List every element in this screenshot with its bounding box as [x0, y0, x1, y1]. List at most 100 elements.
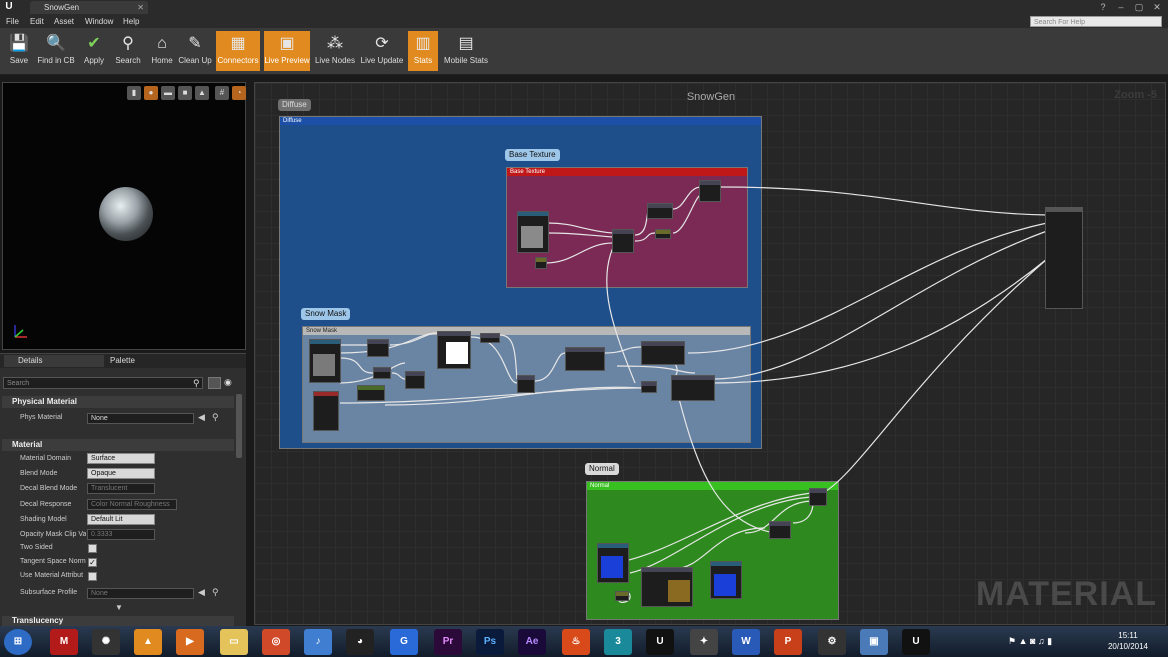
menu-help[interactable]: Help [123, 15, 139, 28]
scalar-node[interactable] [535, 257, 547, 269]
menu-window[interactable]: Window [85, 15, 113, 28]
snow-math-node[interactable] [517, 375, 535, 393]
after-effects-icon[interactable]: Ae [518, 629, 546, 655]
premiere-icon[interactable]: Pr [434, 629, 462, 655]
live-preview-button[interactable]: ▣ Live Preview [264, 31, 310, 71]
vertex-normal-node[interactable] [313, 391, 339, 431]
two-sided-checkbox[interactable] [88, 544, 97, 553]
file-explorer-icon[interactable]: ▭ [220, 629, 248, 655]
itunes-icon[interactable]: ♪ [304, 629, 332, 655]
close-icon[interactable]: ✕ [137, 1, 144, 14]
photoshop-icon[interactable]: Ps [476, 629, 504, 655]
grid-toggle-icon[interactable]: # [215, 86, 229, 100]
snow-blend-node[interactable] [671, 375, 715, 401]
app-icon[interactable]: ✺ [92, 629, 120, 655]
blend-mode-dropdown[interactable]: Opaque [87, 468, 155, 479]
snow-math-node[interactable] [641, 381, 657, 393]
max-icon[interactable]: 3 [604, 629, 632, 655]
mcafee-icon[interactable]: M [50, 629, 78, 655]
app-icon[interactable]: ✦ [690, 629, 718, 655]
connectors-button[interactable]: ▦ Connectors [216, 31, 260, 71]
clean-up-button[interactable]: ✎ Clean Up [178, 31, 212, 71]
tray-icons[interactable]: ⚑ ▲ ◙ ♫ ▮ [1008, 636, 1052, 647]
texture-sample-node[interactable] [517, 211, 549, 253]
word-icon[interactable]: W [732, 629, 760, 655]
search-help-input[interactable]: Search For Help [1030, 16, 1162, 27]
app-icon[interactable]: G [390, 629, 418, 655]
snow-param-node[interactable] [357, 385, 385, 401]
document-tab[interactable]: SnowGen ✕ [30, 1, 148, 14]
stats-button[interactable]: ▥ Stats [408, 31, 438, 71]
normal-texture-node[interactable] [597, 543, 629, 583]
snow-math-node[interactable] [373, 367, 391, 379]
subsurface-profile-dropdown[interactable]: None [87, 588, 194, 599]
menu-edit[interactable]: Edit [30, 15, 44, 28]
unreal-editor-icon[interactable]: U [902, 629, 930, 655]
normal-blend-node[interactable] [769, 521, 791, 539]
eye-icon[interactable]: ◉ [224, 377, 232, 388]
media-player-icon[interactable]: ▶ [176, 629, 204, 655]
snow-texture-node[interactable] [309, 339, 341, 383]
snow-math-node[interactable] [480, 333, 500, 343]
tab-palette[interactable]: Palette [96, 355, 196, 367]
maximize-icon[interactable]: ▢ [1130, 1, 1148, 13]
snow-math-node[interactable] [405, 371, 425, 389]
power-node[interactable] [647, 203, 673, 219]
snow-math-node[interactable] [367, 339, 389, 357]
arrow-left-icon[interactable]: ◀ [198, 587, 205, 598]
lerp-node[interactable] [699, 180, 721, 202]
normal-lerp-node[interactable] [809, 488, 827, 506]
browse-icon[interactable]: ⚲ [212, 412, 219, 423]
plane-preview-icon[interactable]: ▬ [161, 86, 175, 100]
snow-blend-node[interactable] [565, 347, 605, 371]
mesh-preview-icon[interactable]: ▲ [195, 86, 209, 100]
start-button-icon[interactable]: ⊞ [4, 629, 32, 655]
opacity-mask-clip-input[interactable]: 0.3333 [87, 529, 155, 540]
live-update-button[interactable]: ⟳ Live Update [360, 31, 404, 71]
save-button[interactable]: 💾 Save [6, 31, 32, 71]
live-nodes-button[interactable]: ⁂ Live Nodes [314, 31, 356, 71]
cylinder-preview-icon[interactable]: ▮ [127, 86, 141, 100]
cube-preview-icon[interactable]: ■ [178, 86, 192, 100]
details-search-input[interactable]: Search [3, 377, 203, 389]
category-material[interactable]: Material [2, 439, 234, 451]
realtime-toggle-icon[interactable]: ◔ [232, 86, 246, 100]
phys-material-dropdown[interactable]: None [87, 413, 194, 424]
noise-node[interactable] [641, 567, 693, 607]
close-window-icon[interactable]: ✕ [1148, 1, 1166, 13]
scalar-node[interactable] [615, 591, 629, 601]
mobile-stats-button[interactable]: ▤ Mobile Stats [442, 31, 490, 71]
minimize-icon[interactable]: – [1112, 1, 1130, 13]
snow-mask-preview-node[interactable] [437, 331, 471, 369]
sphere-preview-icon[interactable]: ● [144, 86, 158, 100]
shading-model-dropdown[interactable]: Default Lit [87, 514, 155, 525]
tangent-space-normal-checkbox[interactable]: ✓ [88, 558, 97, 567]
tab-details[interactable]: Details [4, 355, 104, 367]
details-scrollbar[interactable] [236, 394, 242, 458]
search-button[interactable]: ⚲ Search [112, 31, 144, 71]
vlc-icon[interactable]: ▲ [134, 629, 162, 655]
material-graph[interactable]: SnowGen Zoom -5 Diffuse Diffuse Base Tex… [254, 82, 1166, 625]
arrow-left-icon[interactable]: ◀ [198, 412, 205, 423]
chrome-icon[interactable]: ◎ [262, 629, 290, 655]
app-icon[interactable]: ⚙ [818, 629, 846, 655]
snow-blend-node[interactable] [641, 341, 685, 365]
category-translucency[interactable]: Translucency [2, 616, 234, 626]
decal-response-dropdown[interactable]: Color Normal Roughness [87, 499, 177, 510]
steam-icon[interactable]: ◕ [346, 629, 374, 655]
menu-asset[interactable]: Asset [54, 15, 74, 28]
browse-icon[interactable]: ⚲ [212, 587, 219, 598]
app-icon[interactable]: ♨ [562, 629, 590, 655]
expand-advanced-icon[interactable]: ▼ [115, 603, 123, 612]
apply-button[interactable]: ✔ Apply [80, 31, 108, 71]
clock[interactable]: 15:11 20/10/2014 [1108, 630, 1148, 652]
multiply-node[interactable] [612, 229, 634, 253]
decal-blend-mode-dropdown[interactable]: Translucent [87, 483, 155, 494]
constant-node[interactable] [655, 229, 671, 239]
use-material-attributes-checkbox[interactable] [88, 572, 97, 581]
preview-viewport[interactable]: ▮ ● ▬ ■ ▲ # ◔ [2, 82, 246, 350]
category-physical-material[interactable]: Physical Material [2, 396, 234, 408]
powerpoint-icon[interactable]: P [774, 629, 802, 655]
unreal-icon[interactable]: U [646, 629, 674, 655]
view-options-icon[interactable] [208, 377, 221, 389]
